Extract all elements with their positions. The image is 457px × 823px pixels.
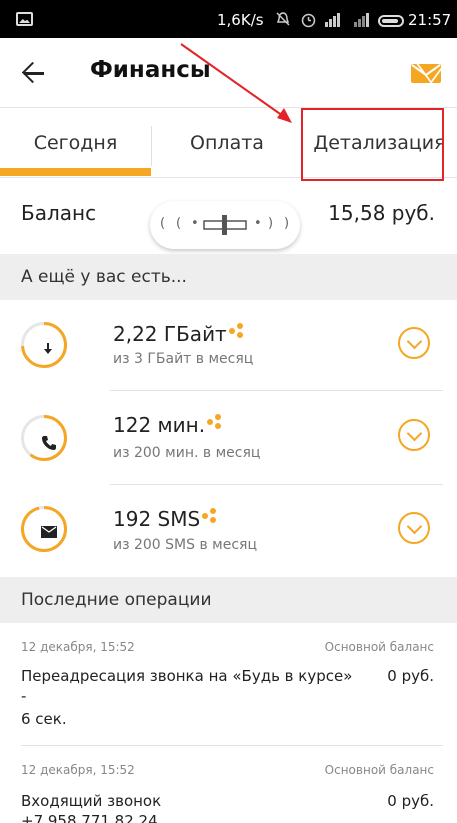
operation-amount: 0 руб. [387, 667, 434, 685]
operation-source: Основной баланс [324, 640, 434, 654]
expand-chevron-icon[interactable] [398, 512, 430, 544]
share-icon [228, 323, 245, 338]
balance-value: 15,58 руб. [328, 201, 435, 225]
package-amount: 2,22 ГБайт [113, 322, 245, 346]
sms-usage-ring [21, 506, 67, 552]
operation-title: Входящий звонок [21, 792, 162, 810]
operation-date: 12 декабря, 15:52 [21, 763, 135, 777]
battery-icon [378, 15, 404, 27]
tab-payment[interactable]: Оплата [152, 108, 302, 178]
status-bar: 1,6K/s 21:57 [0, 0, 457, 38]
packages-header-label: А ещё у вас есть... [21, 267, 187, 287]
package-subtitle: из 200 мин. в месяц [113, 445, 261, 461]
scroll-handle[interactable]: ( ( • • ) ) [150, 201, 300, 249]
share-icon [207, 414, 223, 429]
operation-date: 12 декабря, 15:52 [21, 640, 135, 654]
operation-item[interactable]: 12 декабря, 15:52 Основной баланс Переад… [0, 623, 457, 746]
tab-active-indicator [0, 168, 151, 176]
package-amount: 192 SMS [113, 507, 218, 531]
divider [110, 390, 443, 391]
mail-icon[interactable] [411, 64, 441, 83]
balance-label: Баланс [21, 201, 97, 225]
operation-title: Переадресация звонка на «Будь в курсе» [21, 667, 353, 685]
expand-chevron-icon[interactable] [398, 419, 430, 451]
package-item-minutes[interactable]: 122 мин. из 200 мин. в месяц [0, 392, 457, 485]
package-item-sms[interactable]: 192 SMS из 200 SMS в месяц [0, 485, 457, 573]
mute-icon [275, 11, 291, 31]
alarm-icon [300, 11, 317, 32]
signal-icon [325, 13, 343, 27]
operation-detail: - [21, 687, 27, 705]
operation-number: +7 958 771 82 24 [21, 812, 158, 823]
packages-header: А ещё у вас есть... [0, 254, 457, 300]
operation-duration: 6 сек. [21, 710, 67, 728]
package-subtitle: из 3 ГБайт в месяц [113, 351, 254, 367]
package-subtitle: из 200 SMS в месяц [113, 537, 257, 553]
operation-source: Основной баланс [324, 763, 434, 777]
minutes-usage-ring [21, 415, 67, 461]
operations-header-label: Последние операции [21, 590, 212, 610]
balance-row[interactable]: Баланс 15,58 руб. ( ( • • ) ) [0, 180, 457, 254]
signal-icon-2 [354, 13, 372, 27]
operations-header: Последние операции [0, 577, 457, 623]
package-item-internet[interactable]: 2,22 ГБайт из 3 ГБайт в месяц [0, 300, 457, 391]
package-amount: 122 мин. [113, 413, 223, 437]
tab-divider [151, 126, 152, 166]
image-icon [16, 12, 33, 26]
back-arrow-icon[interactable] [22, 60, 48, 86]
network-speed: 1,6K/s [217, 11, 264, 29]
annotation-highlight-box [301, 108, 444, 181]
share-icon [202, 508, 218, 523]
operation-item[interactable]: 12 декабря, 15:52 Основной баланс Входящ… [0, 746, 457, 823]
page-title: Финансы [90, 57, 211, 83]
expand-chevron-icon[interactable] [398, 327, 430, 359]
app-bar: Финансы [0, 38, 457, 108]
operation-amount: 0 руб. [387, 792, 434, 810]
clock: 21:57 [408, 11, 452, 29]
internet-usage-ring [21, 322, 67, 368]
